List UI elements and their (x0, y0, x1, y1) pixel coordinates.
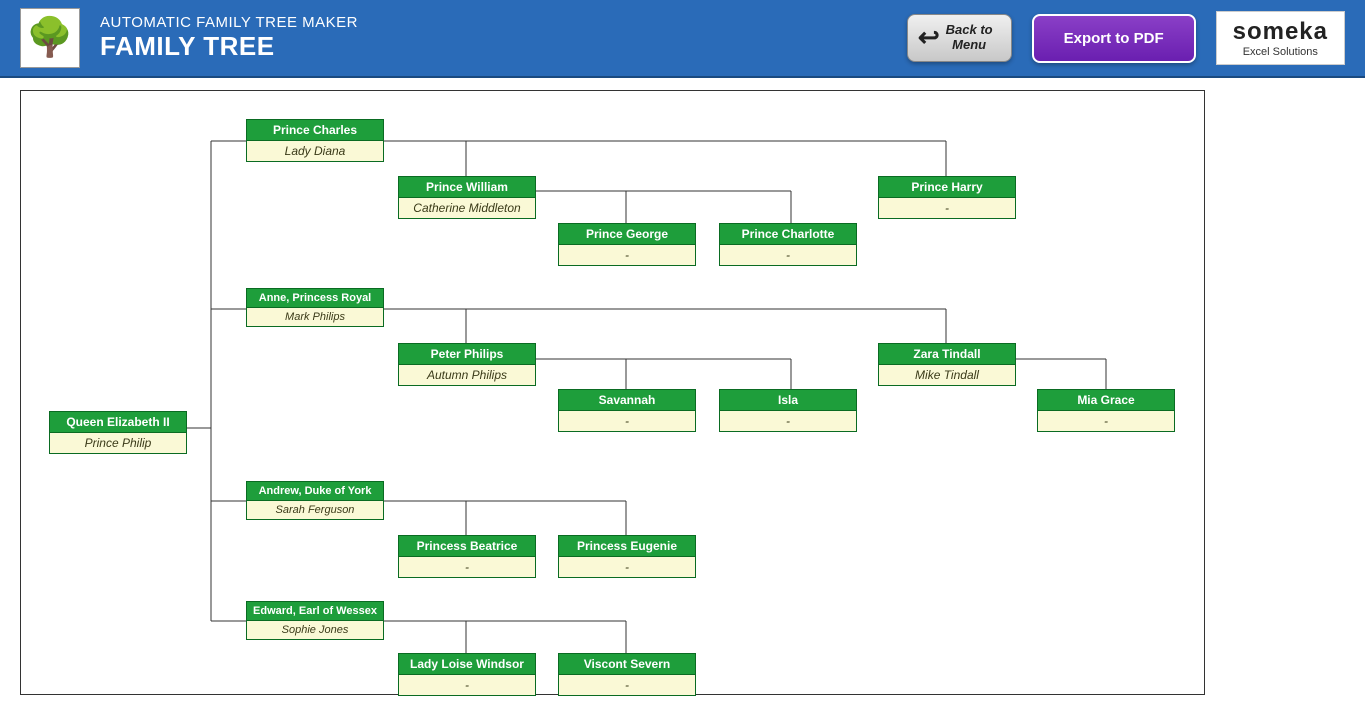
person-name: Zara Tindall (878, 343, 1016, 365)
person-name: Anne, Princess Royal (246, 288, 384, 308)
export-pdf-button[interactable]: Export to PDF (1032, 14, 1196, 63)
person-name: Andrew, Duke of York (246, 481, 384, 501)
header-bar: 🌳 AUTOMATIC FAMILY TREE MAKER FAMILY TRE… (0, 0, 1365, 78)
page-title: FAMILY TREE (100, 31, 358, 62)
person-prince-harry[interactable]: Prince Harry - (878, 176, 1016, 219)
person-name: Edward, Earl of Wessex (246, 601, 384, 621)
person-spouse: - (719, 245, 857, 266)
person-spouse: Catherine Middleton (398, 198, 536, 219)
brand-sub: Excel Solutions (1233, 46, 1328, 58)
app-subtitle: AUTOMATIC FAMILY TREE MAKER (100, 14, 358, 31)
person-savannah[interactable]: Savannah - (558, 389, 696, 432)
back-label: Back to Menu (946, 23, 993, 53)
person-name: Prince Harry (878, 176, 1016, 198)
titles: AUTOMATIC FAMILY TREE MAKER FAMILY TREE (100, 14, 358, 62)
person-name: Peter Philips (398, 343, 536, 365)
person-isla[interactable]: Isla - (719, 389, 857, 432)
brand-name: someka (1233, 18, 1328, 46)
person-name: Prince George (558, 223, 696, 245)
person-name: Queen Elizabeth II (49, 411, 187, 433)
person-name: Savannah (558, 389, 696, 411)
person-spouse: Mike Tindall (878, 365, 1016, 386)
back-arrow-icon: ↩ (918, 23, 940, 53)
person-spouse: - (558, 245, 696, 266)
person-queen-elizabeth[interactable]: Queen Elizabeth II Prince Philip (49, 411, 187, 454)
person-beatrice[interactable]: Princess Beatrice - (398, 535, 536, 578)
person-peter-philips[interactable]: Peter Philips Autumn Philips (398, 343, 536, 386)
person-spouse: - (558, 557, 696, 578)
person-spouse: - (719, 411, 857, 432)
person-spouse: - (558, 411, 696, 432)
person-anne[interactable]: Anne, Princess Royal Mark Philips (246, 288, 384, 327)
person-eugenie[interactable]: Princess Eugenie - (558, 535, 696, 578)
person-spouse: Mark Philips (246, 308, 384, 327)
person-name: Viscont Severn (558, 653, 696, 675)
person-spouse: - (878, 198, 1016, 219)
person-spouse: Sophie Jones (246, 621, 384, 640)
person-prince-charles[interactable]: Prince Charles Lady Diana (246, 119, 384, 162)
person-name: Mia Grace (1037, 389, 1175, 411)
person-name: Isla (719, 389, 857, 411)
person-prince-william[interactable]: Prince William Catherine Middleton (398, 176, 536, 219)
person-spouse: - (398, 557, 536, 578)
person-spouse: Sarah Ferguson (246, 501, 384, 520)
person-spouse: Prince Philip (49, 433, 187, 454)
app-logo-icon: 🌳 (20, 8, 80, 68)
person-loise[interactable]: Lady Loise Windsor - (398, 653, 536, 696)
person-spouse: - (558, 675, 696, 696)
person-zara-tindall[interactable]: Zara Tindall Mike Tindall (878, 343, 1016, 386)
back-to-menu-button[interactable]: ↩ Back to Menu (907, 14, 1012, 62)
person-name: Princess Beatrice (398, 535, 536, 557)
person-prince-charlotte[interactable]: Prince Charlotte - (719, 223, 857, 266)
person-name: Princess Eugenie (558, 535, 696, 557)
person-spouse: - (1037, 411, 1175, 432)
person-severn[interactable]: Viscont Severn - (558, 653, 696, 696)
person-mia-grace[interactable]: Mia Grace - (1037, 389, 1175, 432)
person-edward[interactable]: Edward, Earl of Wessex Sophie Jones (246, 601, 384, 640)
person-name: Prince Charlotte (719, 223, 857, 245)
tree-canvas: Queen Elizabeth II Prince Philip Prince … (20, 90, 1205, 695)
person-spouse: Lady Diana (246, 141, 384, 162)
person-prince-george[interactable]: Prince George - (558, 223, 696, 266)
brand-badge: someka Excel Solutions (1216, 11, 1345, 65)
person-andrew[interactable]: Andrew, Duke of York Sarah Ferguson (246, 481, 384, 520)
person-name: Lady Loise Windsor (398, 653, 536, 675)
person-name: Prince Charles (246, 119, 384, 141)
person-spouse: Autumn Philips (398, 365, 536, 386)
person-name: Prince William (398, 176, 536, 198)
person-spouse: - (398, 675, 536, 696)
